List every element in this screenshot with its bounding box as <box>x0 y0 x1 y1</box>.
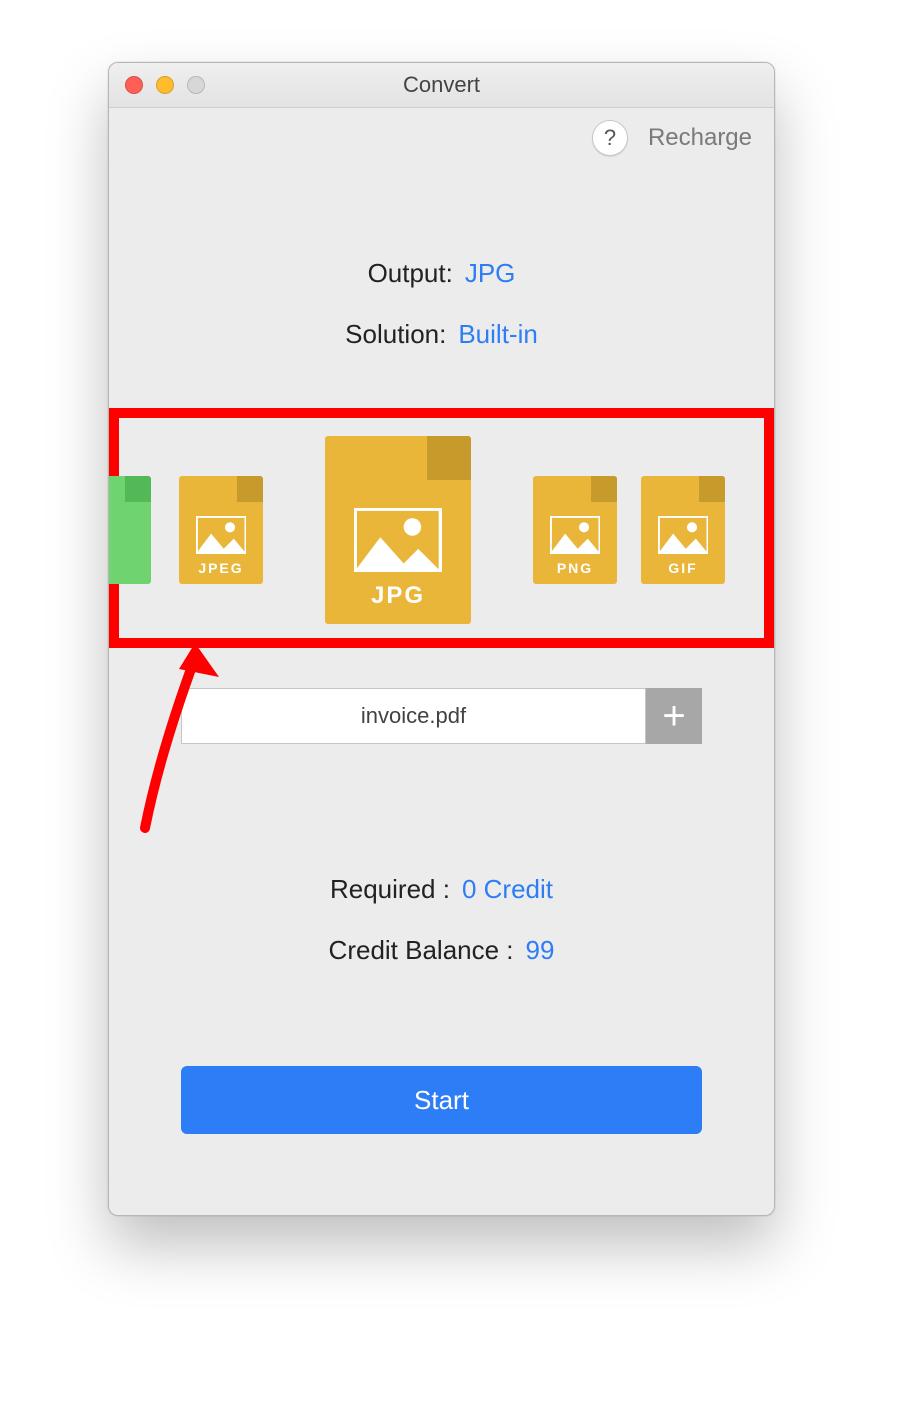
format-label: JPEG <box>198 560 243 576</box>
add-file-button[interactable]: + <box>646 688 702 744</box>
help-icon: ? <box>604 125 616 151</box>
titlebar: Convert <box>109 63 774 108</box>
format-option-sv[interactable]: SV <box>109 476 151 584</box>
help-button[interactable]: ? <box>592 120 628 156</box>
start-label: Start <box>414 1085 469 1116</box>
zoom-window-button[interactable] <box>187 76 205 94</box>
format-option-jpg[interactable]: JPG <box>325 436 471 624</box>
settings-block: Output: JPG Solution: Built-in <box>109 258 774 350</box>
start-button[interactable]: Start <box>181 1066 702 1134</box>
plus-icon: + <box>662 694 685 739</box>
balance-value: 99 <box>526 935 555 966</box>
image-icon <box>354 508 442 572</box>
window-controls <box>125 76 205 94</box>
solution-label: Solution: <box>345 319 446 350</box>
solution-row: Solution: Built-in <box>109 319 774 350</box>
format-label: PNG <box>557 560 593 576</box>
output-label: Output: <box>368 258 453 289</box>
window-title: Convert <box>109 72 774 98</box>
close-window-button[interactable] <box>125 76 143 94</box>
format-carousel-wrap: SV JPEG <box>109 420 774 660</box>
credits-block: Required : 0 Credit Credit Balance : 99 <box>109 874 774 966</box>
format-label: JPG <box>371 582 425 610</box>
required-value: 0 Credit <box>462 874 553 905</box>
image-icon <box>658 516 708 554</box>
required-label: Required : <box>330 874 450 905</box>
format-label: GIF <box>668 560 697 576</box>
balance-row: Credit Balance : 99 <box>109 935 774 966</box>
file-name-text: invoice.pdf <box>361 703 466 729</box>
recharge-button[interactable]: Recharge <box>648 124 752 152</box>
format-option-gif[interactable]: GIF <box>641 476 725 584</box>
balance-label: Credit Balance : <box>329 935 514 966</box>
file-name-field[interactable]: invoice.pdf <box>181 688 646 744</box>
output-row: Output: JPG <box>109 258 774 289</box>
minimize-window-button[interactable] <box>156 76 174 94</box>
app-window: Convert ? Recharge Output: JPG Solution:… <box>108 62 775 1216</box>
format-carousel[interactable]: SV JPEG <box>109 430 774 630</box>
file-input-row: invoice.pdf + <box>181 688 702 744</box>
format-option-png[interactable]: PNG <box>533 476 617 584</box>
format-option-jpeg[interactable]: JPEG <box>179 476 263 584</box>
image-icon <box>550 516 600 554</box>
solution-value[interactable]: Built-in <box>458 319 537 350</box>
image-icon <box>196 516 246 554</box>
output-value[interactable]: JPG <box>465 258 516 289</box>
required-row: Required : 0 Credit <box>109 874 774 905</box>
toolbar: ? Recharge <box>109 108 774 168</box>
